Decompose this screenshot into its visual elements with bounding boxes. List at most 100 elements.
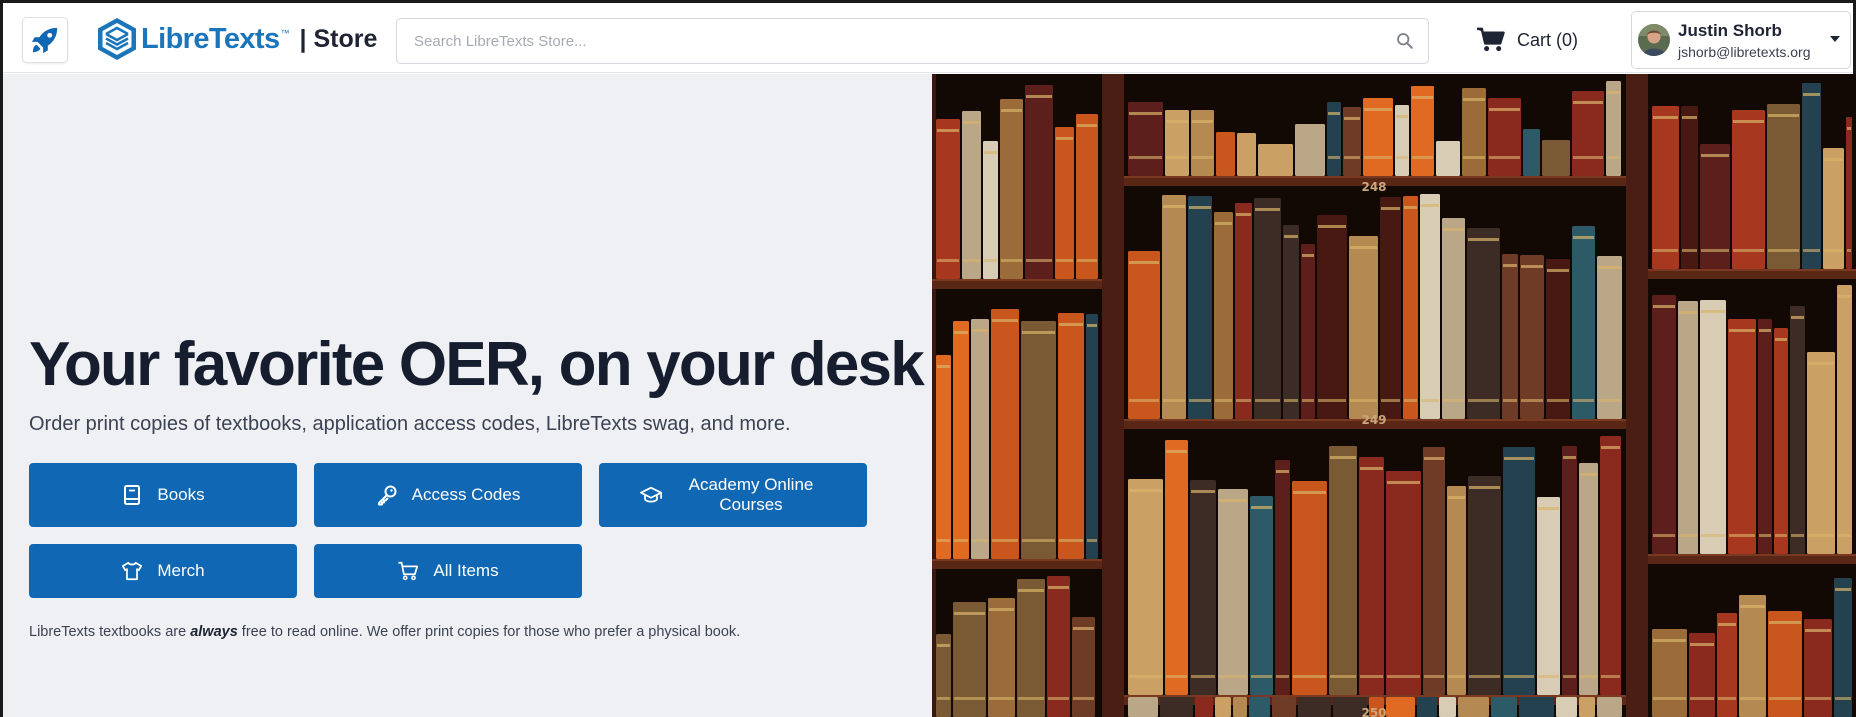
book-spine-band [1653, 639, 1686, 642]
book-spine-band [937, 644, 950, 647]
book-spine-band [1381, 207, 1400, 210]
book-spine [1292, 481, 1327, 695]
libretexts-logo-icon [98, 18, 136, 60]
book-spine [1572, 226, 1595, 419]
shelf-board-edge [932, 559, 1102, 561]
book-spine-band [1166, 156, 1188, 159]
book-spine [1317, 215, 1347, 419]
book-spine-band [1360, 675, 1383, 678]
shelf-board-edge [932, 279, 1102, 281]
book-spine-band [1255, 399, 1280, 402]
book-spine [1021, 321, 1056, 559]
book-spine-band [1729, 534, 1755, 537]
book-spine-band [1740, 697, 1765, 700]
book-spine-band [1073, 627, 1094, 630]
book-spine-band [1547, 399, 1569, 402]
book-spine-band [1538, 507, 1559, 510]
access-codes-button[interactable]: Access Codes [314, 463, 582, 527]
book-spine-band [1215, 222, 1232, 225]
book-spine [1447, 486, 1466, 695]
hero-note-emphasis: always [190, 624, 238, 640]
book-spine-band [989, 608, 1014, 611]
book-spine-band [1653, 249, 1678, 252]
book-spine-band [1396, 115, 1408, 118]
book-spine-band [1059, 539, 1083, 542]
book-spine [962, 111, 981, 279]
shelf-label: 248 [1361, 180, 1386, 194]
book-spine [936, 119, 960, 279]
access-codes-button-label: Access Codes [411, 485, 521, 504]
book-spine [1283, 225, 1299, 419]
book-spine-band [1077, 259, 1097, 262]
book-spine-band [1701, 154, 1729, 157]
book-spine-band [1573, 236, 1594, 239]
book-spine [1386, 471, 1421, 695]
book-spine-band [1276, 675, 1289, 678]
book-spine-band [1293, 675, 1326, 678]
rocket-icon [31, 27, 58, 54]
book-spine [1462, 88, 1486, 176]
all-items-button[interactable]: All Items [314, 544, 582, 598]
book-spine-band [1791, 534, 1804, 537]
book-spine [1537, 497, 1560, 695]
book-spine-band [1026, 95, 1052, 98]
book-spine-band [1318, 399, 1346, 402]
search-input[interactable] [398, 20, 1358, 62]
book-spine-band [1163, 399, 1185, 402]
book-spine-band [1424, 675, 1444, 678]
book-spine-band [972, 329, 988, 332]
book-spine-band [1396, 156, 1408, 159]
book-spine [1523, 129, 1540, 176]
book-spine-band [1601, 675, 1620, 678]
book-spine-band [1733, 120, 1764, 123]
book-spine-band [1808, 534, 1834, 537]
book-spine-band [1192, 156, 1213, 159]
books-button[interactable]: Books [29, 463, 297, 527]
book-spine-band [1521, 399, 1543, 402]
book-spine [1717, 613, 1737, 717]
book-spine [1295, 124, 1325, 176]
book-spine-band [937, 365, 950, 368]
book-spine [1258, 144, 1293, 176]
book-spine [1165, 110, 1189, 176]
book-spine-band [1521, 265, 1543, 268]
book-spine-band [1835, 697, 1851, 700]
search-icon[interactable] [1396, 32, 1414, 50]
rocket-menu-button[interactable] [22, 17, 68, 63]
brand-logo[interactable]: LibreTexts ™ | Store [95, 16, 377, 62]
academy-online-courses-button[interactable]: Academy Online Courses [599, 463, 867, 527]
book-spine-band [992, 319, 1018, 322]
shelf-upright [932, 74, 936, 717]
book-spine-band [1759, 329, 1771, 332]
merch-button[interactable]: Merch [29, 544, 297, 598]
book-spine-band [1318, 225, 1346, 228]
book-spine-band [1022, 331, 1055, 334]
book-spine [1804, 619, 1832, 717]
book-spine-band [1607, 156, 1620, 159]
book-spine-band [1563, 456, 1576, 459]
book-spine [1216, 132, 1235, 176]
book-spine [1403, 196, 1418, 419]
book-spine [1846, 117, 1852, 269]
book-spine [1165, 440, 1188, 695]
book-spine [1359, 457, 1384, 695]
cart-button[interactable]: Cart (0) [1476, 24, 1578, 56]
book-spine [1732, 110, 1765, 269]
book-spine [1790, 306, 1805, 554]
book-spine-band [1729, 329, 1755, 332]
book-spine-band [1344, 156, 1360, 159]
book-spine-band [1056, 137, 1073, 140]
book-spine-band [1412, 96, 1433, 99]
book-spine [1055, 127, 1074, 279]
book-spine [1195, 697, 1213, 717]
book-spine [1520, 255, 1544, 419]
book-spine [1542, 140, 1570, 176]
book-spine-band [1847, 249, 1851, 252]
book-spine-band [1350, 399, 1377, 402]
book-spine-band [1468, 238, 1499, 241]
book-spine-band [1424, 457, 1444, 460]
user-menu[interactable]: Justin Shorb jshorb@libretexts.org [1631, 11, 1851, 69]
hero-note: LibreTexts textbooks are always free to … [29, 624, 741, 640]
cart-icon [398, 561, 419, 581]
book-spine-band [1653, 305, 1675, 308]
